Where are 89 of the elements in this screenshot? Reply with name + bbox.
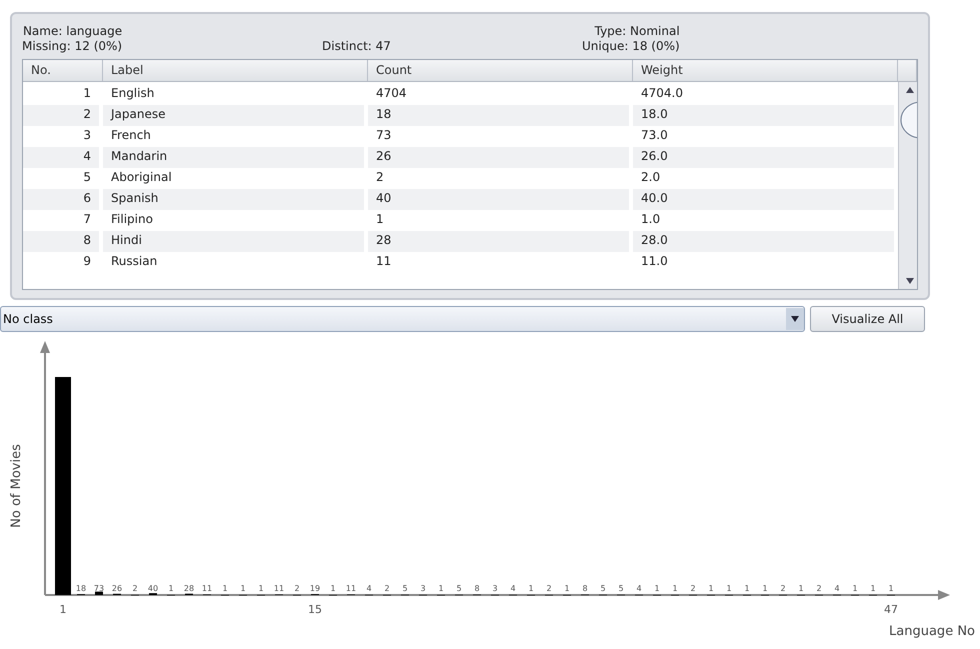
column-header[interactable]: No. bbox=[23, 60, 103, 81]
table-cell: 26.0 bbox=[633, 147, 894, 168]
column-header[interactable]: Label bbox=[103, 60, 368, 81]
value-label: 1 bbox=[564, 584, 570, 593]
value-label: 18 bbox=[76, 584, 86, 593]
table-cell: 26 bbox=[368, 147, 629, 168]
x-axis-title: Language No bbox=[889, 624, 975, 639]
column-header[interactable]: Count bbox=[368, 60, 633, 81]
value-label: 11 bbox=[202, 584, 212, 593]
value-label: 73 bbox=[94, 584, 104, 593]
value-label: 1 bbox=[798, 584, 804, 593]
x-tick-label: 15 bbox=[308, 603, 322, 616]
value-label: 1 bbox=[438, 584, 444, 593]
value-label: 1 bbox=[528, 584, 534, 593]
unique-label: Unique: bbox=[582, 39, 628, 53]
value-label: 5 bbox=[600, 584, 606, 593]
value-label: 5 bbox=[402, 584, 408, 593]
table-cell: 40 bbox=[368, 189, 629, 210]
class-dropdown[interactable]: No class bbox=[0, 306, 805, 332]
value-label: 4 bbox=[510, 584, 516, 593]
scroll-thumb[interactable] bbox=[899, 100, 917, 140]
value-label: 1 bbox=[330, 584, 336, 593]
scrollbar[interactable] bbox=[898, 82, 917, 289]
value-label: 2 bbox=[546, 584, 552, 593]
value-label: 1 bbox=[258, 584, 264, 593]
table-cell: 2 bbox=[23, 105, 99, 126]
value-label: 1 bbox=[888, 584, 894, 593]
distinct-value: 47 bbox=[376, 39, 391, 53]
column-header[interactable]: Weight bbox=[633, 60, 898, 81]
value-label: 1 bbox=[726, 584, 732, 593]
value-label: 1 bbox=[762, 584, 768, 593]
value-label: 3 bbox=[420, 584, 426, 593]
value-label: 1 bbox=[672, 584, 678, 593]
value-label: 2 bbox=[132, 584, 138, 593]
distinct-label: Distinct: bbox=[322, 39, 372, 53]
missing-label: Missing: bbox=[22, 39, 71, 53]
x-tick-label: 47 bbox=[884, 603, 898, 616]
table-cell: 8 bbox=[23, 231, 99, 252]
value-label: 5 bbox=[456, 584, 462, 593]
value-label: 1 bbox=[222, 584, 228, 593]
y-axis-title: No of Movies bbox=[9, 444, 24, 528]
scroll-up-icon[interactable] bbox=[905, 86, 915, 94]
value-label: 1 bbox=[708, 584, 714, 593]
bar bbox=[95, 592, 103, 595]
table-cell: Hindi bbox=[103, 231, 364, 252]
value-label: 19 bbox=[310, 584, 320, 593]
value-label: 4 bbox=[366, 584, 372, 593]
value-label: 1 bbox=[240, 584, 246, 593]
value-label: 1 bbox=[744, 584, 750, 593]
missing-value: 12 (0%) bbox=[74, 39, 122, 53]
table-cell: Mandarin bbox=[103, 147, 364, 168]
value-label: 28 bbox=[184, 584, 194, 593]
value-label: 8 bbox=[582, 584, 588, 593]
value-label: 2 bbox=[384, 584, 390, 593]
scroll-down-icon[interactable] bbox=[905, 277, 915, 285]
x-tick-label: 1 bbox=[60, 603, 66, 616]
table-cell: 18 bbox=[368, 105, 629, 126]
value-label: 2 bbox=[780, 584, 786, 593]
value-label: 1 bbox=[852, 584, 858, 593]
dropdown-caret-icon[interactable] bbox=[786, 308, 804, 330]
value-label: 3 bbox=[492, 584, 498, 593]
table-cell: 28 bbox=[368, 231, 629, 252]
value-label: 26 bbox=[112, 584, 122, 593]
value-label: 1 bbox=[168, 584, 174, 593]
type-value: Nominal bbox=[630, 24, 680, 38]
type-label: Type: bbox=[594, 24, 626, 38]
table-cell: 40.0 bbox=[633, 189, 894, 210]
value-label: 4 bbox=[834, 584, 840, 593]
value-label: 8 bbox=[474, 584, 480, 593]
value-label: 40 bbox=[148, 584, 158, 593]
table-cell: 18.0 bbox=[633, 105, 894, 126]
value-label: 4 bbox=[636, 584, 642, 593]
value-label: 11 bbox=[274, 584, 284, 593]
name-label: Name: bbox=[22, 24, 62, 38]
value-label: 11 bbox=[346, 584, 356, 593]
value-label: 2 bbox=[690, 584, 696, 593]
table-cell: 6 bbox=[23, 189, 99, 210]
table-cell: Japanese bbox=[103, 105, 364, 126]
table-cell: Spanish bbox=[103, 189, 364, 210]
value-label: 2 bbox=[294, 584, 300, 593]
visualize-all-button[interactable]: Visualize All bbox=[810, 306, 925, 332]
name-value: language bbox=[66, 24, 122, 38]
value-label: 5 bbox=[618, 584, 624, 593]
value-label: 1 bbox=[654, 584, 660, 593]
unique-value: 18 (0%) bbox=[632, 39, 680, 53]
table-cell: 28.0 bbox=[633, 231, 894, 252]
table-cell: 4 bbox=[23, 147, 99, 168]
value-label: 2 bbox=[816, 584, 822, 593]
value-label: 1 bbox=[870, 584, 876, 593]
